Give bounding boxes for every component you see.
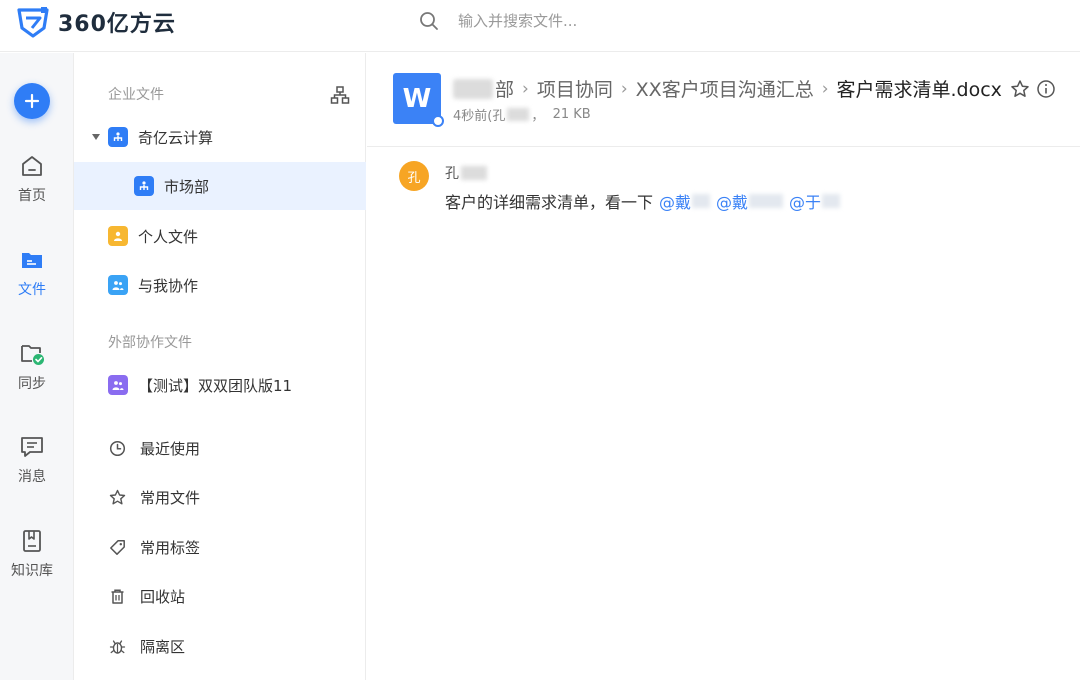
app-name: 360亿方云 xyxy=(58,12,176,37)
nav-label: 常用文件 xyxy=(140,488,201,507)
breadcrumb-item[interactable]: 项目协同 xyxy=(537,75,613,102)
person-badge-icon xyxy=(108,226,128,246)
redacted-name xyxy=(461,166,487,180)
nav-tags[interactable]: 常用标签 xyxy=(74,523,366,571)
caret-down-icon[interactable] xyxy=(92,133,100,141)
nav-quarantine[interactable]: 隔离区 xyxy=(74,622,366,670)
comment-text: 客户的详细需求清单，看一下 @戴 @戴 @于 xyxy=(445,189,841,213)
search-input[interactable] xyxy=(458,12,758,30)
star-icon xyxy=(109,489,126,504)
app-logo[interactable]: 360亿方云 xyxy=(16,6,176,38)
rail-item-label: 消息 xyxy=(18,469,46,485)
tree-item-test-team[interactable]: 【测试】双双团队版11 xyxy=(74,361,366,409)
info-icon[interactable] xyxy=(1036,79,1056,99)
clock-icon xyxy=(109,440,126,456)
tree-item-label: 奇亿云计算 xyxy=(138,128,214,147)
org-badge-icon xyxy=(108,127,128,147)
collab-badge-icon xyxy=(108,275,128,295)
favorite-star-icon[interactable] xyxy=(1010,79,1030,99)
avatar: 孔 xyxy=(399,161,429,191)
tree-item-shared-with-me[interactable]: 与我协作 xyxy=(74,261,366,309)
chevron-right-icon: › xyxy=(821,78,829,99)
redacted-name xyxy=(507,108,530,121)
word-doc-icon: W xyxy=(393,73,444,127)
tree-item-marketing[interactable]: 市场部 xyxy=(74,162,366,210)
add-button[interactable] xyxy=(14,83,50,119)
breadcrumb: 部 › 项目协同 › XX客户项目沟通汇总 › 客户需求清单.docx xyxy=(453,75,1056,102)
rail-item-home[interactable]: 首页 xyxy=(0,153,64,213)
rail-item-files[interactable]: 文件 xyxy=(0,247,64,307)
app-window: 360亿方云 首页 xyxy=(0,0,1080,680)
tree-item-label: 个人文件 xyxy=(138,227,199,246)
modified-time: 4秒前(孔 xyxy=(453,109,506,124)
folder-icon xyxy=(22,253,42,268)
sync-folder-icon xyxy=(21,345,44,365)
bug-icon xyxy=(109,639,126,654)
chevron-right-icon: › xyxy=(620,78,628,99)
breadcrumb-item[interactable]: XX客户项目沟通汇总 xyxy=(636,75,814,102)
nav-label: 常用标签 xyxy=(140,538,201,557)
team-badge-icon xyxy=(108,375,128,395)
rail-item-label: 首页 xyxy=(18,188,46,204)
chevron-right-icon: › xyxy=(522,78,529,99)
section-title-enterprise: 企业文件 xyxy=(108,87,164,103)
rail-item-label: 知识库 xyxy=(11,563,53,579)
rail-item-sync[interactable]: 同步 xyxy=(0,341,64,401)
tree-item-label: 市场部 xyxy=(164,177,210,196)
file-meta: 4秒前(孔 ， 21 KB xyxy=(453,107,591,124)
nav-label: 回收站 xyxy=(140,587,186,606)
search-icon[interactable] xyxy=(418,10,440,32)
nav-trash[interactable]: 回收站 xyxy=(74,572,366,620)
nav-recent[interactable]: 最近使用 xyxy=(74,424,366,472)
search-bar[interactable] xyxy=(418,8,758,34)
plus-icon xyxy=(24,93,40,109)
redacted-name xyxy=(692,194,711,208)
file-tree-panel: 企业文件 奇亿云计算 市场部 个人文件 与我协作 外部协作文件 【测试】双双团队… xyxy=(74,53,366,680)
breadcrumb-redacted xyxy=(453,78,493,99)
rail-item-knowledge[interactable]: 知识库 xyxy=(0,528,64,588)
trash-icon xyxy=(111,588,124,604)
rail-item-label: 文件 xyxy=(18,282,46,298)
file-name: 客户需求清单.docx xyxy=(836,79,1002,101)
mention-link[interactable]: @于 xyxy=(789,189,841,213)
rail-item-messages[interactable]: 消息 xyxy=(0,434,64,494)
file-header: W 部 › 项目协同 › XX客户项目沟通汇总 › 客户需求清单.docx 4秒… xyxy=(367,53,1080,147)
nav-rail: 首页 文件 同步 消息 知识库 xyxy=(0,53,74,680)
nav-favorites[interactable]: 常用文件 xyxy=(74,473,366,521)
tree-item-label: 与我协作 xyxy=(138,276,199,295)
top-header: 360亿方云 xyxy=(0,0,1080,52)
comment-author: 孔 xyxy=(445,163,487,183)
comment-item: 孔 孔 客户的详细需求清单，看一下 @戴 @戴 @于 xyxy=(399,161,1059,221)
section-title-external: 外部协作文件 xyxy=(108,335,192,351)
home-icon xyxy=(22,156,42,176)
tree-item-qiyi-cloud[interactable]: 奇亿云计算 xyxy=(74,113,366,161)
logo-icon xyxy=(17,7,49,38)
redacted-name xyxy=(822,194,841,208)
rail-item-label: 同步 xyxy=(18,376,46,392)
message-icon xyxy=(21,437,43,457)
org-badge-icon xyxy=(134,176,154,196)
knowledge-base-icon xyxy=(23,530,41,552)
tree-item-label: 【测试】双双团队版11 xyxy=(138,376,293,395)
tag-icon xyxy=(110,539,125,555)
mention-link[interactable]: @戴 xyxy=(659,189,711,213)
org-structure-icon[interactable] xyxy=(330,85,350,105)
nav-label: 最近使用 xyxy=(140,439,201,458)
tree-item-personal[interactable]: 个人文件 xyxy=(74,212,366,260)
nav-label: 隔离区 xyxy=(140,637,186,656)
breadcrumb-item[interactable]: 部 xyxy=(495,75,514,102)
mention-link[interactable]: @戴 xyxy=(716,189,784,213)
file-size: 21 KB xyxy=(552,107,591,122)
redacted-name xyxy=(749,194,784,208)
file-detail-panel: W 部 › 项目协同 › XX客户项目沟通汇总 › 客户需求清单.docx 4秒… xyxy=(367,53,1080,680)
